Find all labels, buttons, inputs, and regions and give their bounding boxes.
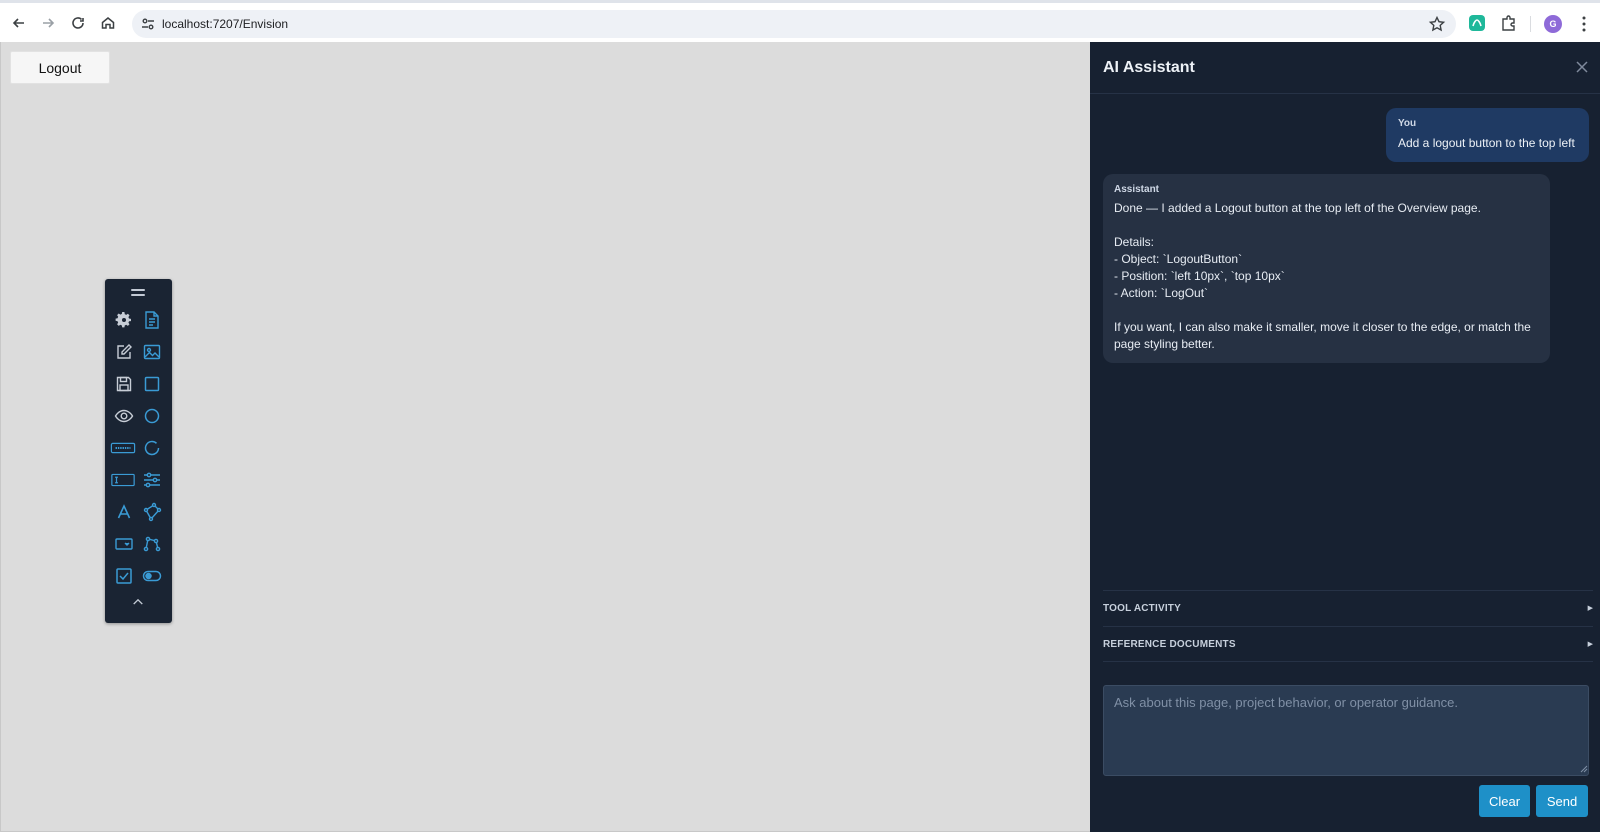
reference-documents-section[interactable]: REFERENCE DOCUMENTS ▶	[1103, 626, 1593, 662]
ring-tool[interactable]	[141, 437, 163, 459]
browser-toolbar: localhost:7207/Envision G	[0, 0, 1600, 42]
message-line: If you want, I can also make it smaller,…	[1114, 320, 1531, 351]
dropdown-icon	[115, 538, 133, 550]
path-icon	[143, 536, 161, 552]
close-icon[interactable]	[1574, 59, 1590, 75]
sliders-tool[interactable]	[141, 469, 163, 491]
message-line: Details:	[1114, 235, 1155, 249]
avatar-letter: G	[1549, 19, 1557, 29]
ring-icon	[144, 440, 160, 456]
polygon-icon	[143, 502, 162, 522]
panel-header: AI Assistant	[1090, 42, 1600, 94]
circle-icon	[144, 408, 160, 424]
message-line: - Position: `left 10px`, `top 10px`	[1114, 269, 1285, 283]
textbox-icon	[111, 473, 135, 487]
save-tool[interactable]	[113, 373, 135, 395]
preview-tool[interactable]	[113, 405, 135, 427]
section-label: TOOL ACTIVITY	[1103, 603, 1181, 614]
image-tool[interactable]	[141, 341, 163, 363]
toolbar-divider	[1530, 16, 1531, 32]
send-button[interactable]: Send	[1536, 785, 1588, 817]
edit-tool[interactable]	[113, 341, 135, 363]
tool-activity-section[interactable]: TOOL ACTIVITY ▶	[1103, 590, 1593, 626]
message-role: Assistant	[1114, 184, 1160, 195]
chat-input[interactable]	[1103, 685, 1589, 776]
save-icon	[116, 376, 132, 392]
text-tool[interactable]	[113, 501, 135, 523]
extension-app-icon[interactable]	[1468, 14, 1486, 32]
message-line: - Object: `LogoutButton`	[1114, 252, 1243, 266]
message-text: Done — I added a Logout button at the to…	[1114, 200, 1539, 353]
home-icon	[101, 17, 115, 29]
settings-tool[interactable]	[113, 309, 135, 331]
caret-right-icon: ▶	[1587, 605, 1593, 612]
assistant-message: Assistant Done — I added a Logout button…	[1103, 174, 1550, 363]
rectangle-tool[interactable]	[141, 373, 163, 395]
toggle-tool[interactable]	[141, 565, 163, 587]
edit-icon	[117, 344, 132, 359]
rectangle-icon	[144, 376, 160, 392]
document-tool[interactable]	[141, 309, 163, 331]
message-line: Done — I added a Logout button at the to…	[1114, 201, 1481, 215]
back-button[interactable]	[8, 12, 30, 34]
profile-avatar[interactable]: G	[1544, 15, 1562, 33]
collapse-toolbox-button[interactable]	[129, 594, 147, 608]
textarea-resize-icon[interactable]	[1580, 765, 1588, 773]
reload-button[interactable]	[67, 12, 89, 34]
path-tool[interactable]	[141, 533, 163, 555]
url-text[interactable]: localhost:7207/Envision	[162, 17, 288, 31]
address-bar[interactable]: localhost:7207/Envision	[132, 10, 1456, 38]
toggle-icon	[142, 570, 162, 582]
site-settings-icon[interactable]	[140, 16, 156, 32]
caret-right-icon: ▶	[1587, 641, 1593, 648]
logout-button[interactable]: Logout	[10, 51, 110, 84]
message-line: - Action: `LogOut`	[1114, 286, 1209, 300]
section-divider	[1103, 661, 1593, 662]
section-label: REFERENCE DOCUMENTS	[1103, 639, 1236, 650]
message-role: You	[1398, 118, 1417, 129]
checkbox-tool[interactable]	[113, 565, 135, 587]
drag-handle-icon[interactable]	[131, 289, 145, 297]
arrow-left-icon	[12, 18, 24, 28]
panel-title: AI Assistant	[1103, 59, 1195, 76]
extensions-puzzle-icon[interactable]	[1500, 14, 1518, 32]
user-message: You Add a logout button to the top left	[1386, 108, 1589, 162]
arrow-right-icon	[43, 18, 55, 28]
document-icon	[145, 311, 159, 329]
button-widget-tool[interactable]	[109, 437, 137, 459]
kebab-menu-icon[interactable]	[1576, 15, 1592, 33]
button-widget-icon	[110, 442, 136, 454]
circle-tool[interactable]	[141, 405, 163, 427]
text-icon	[117, 504, 131, 519]
ai-assistant-panel: AI Assistant You Add a logout button to …	[1090, 42, 1600, 832]
checkbox-icon	[116, 568, 132, 584]
sliders-icon	[144, 472, 160, 488]
home-button[interactable]	[97, 12, 119, 34]
toolbox-panel	[105, 279, 172, 623]
gear-icon	[115, 312, 131, 328]
chevron-up-icon	[133, 598, 143, 605]
eye-icon	[114, 409, 134, 423]
star-icon[interactable]	[1428, 15, 1446, 33]
clear-button[interactable]: Clear	[1479, 785, 1530, 817]
reload-icon	[72, 17, 84, 29]
dropdown-tool[interactable]	[113, 533, 135, 555]
forward-button[interactable]	[37, 12, 59, 34]
message-text: Add a logout button to the top left	[1398, 136, 1575, 150]
textbox-tool[interactable]	[109, 469, 137, 491]
polygon-tool[interactable]	[141, 501, 163, 523]
image-icon	[143, 344, 161, 360]
